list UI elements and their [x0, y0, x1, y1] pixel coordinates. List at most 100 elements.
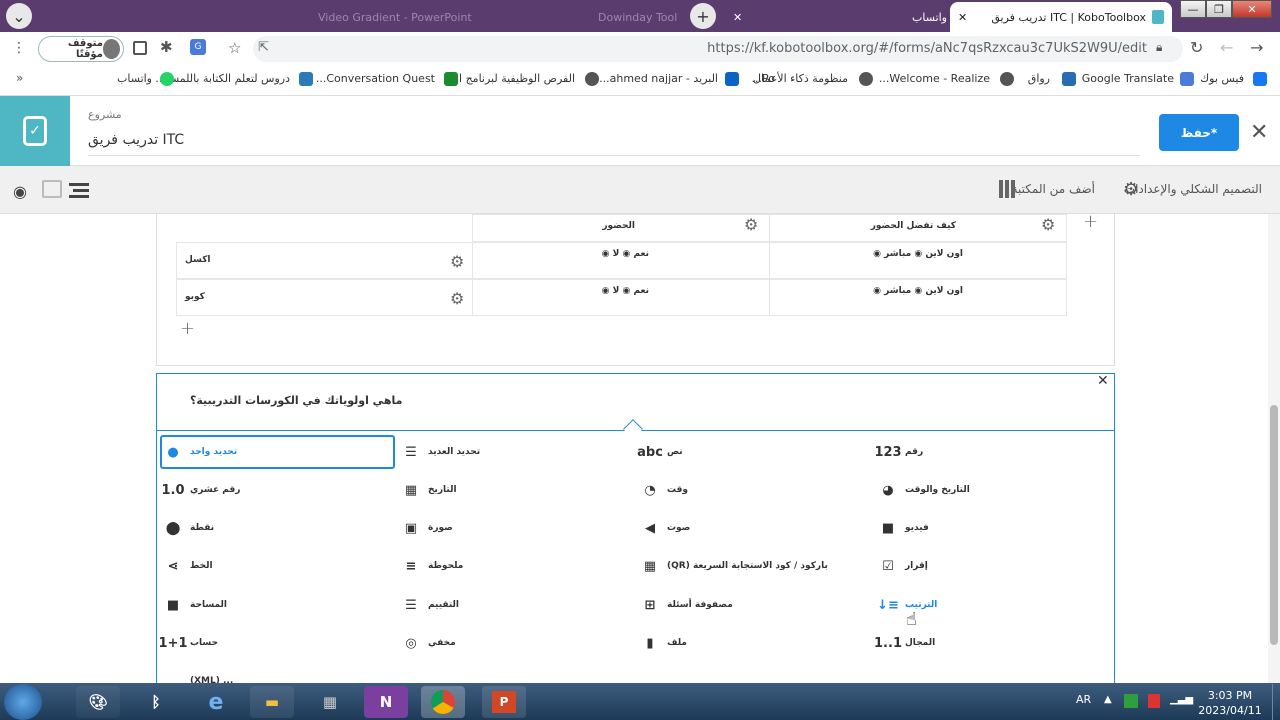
project-name-input[interactable]: ITC تدريب فريق — [88, 132, 1140, 156]
bookmark-facebook[interactable]: فيس بوك — [1200, 72, 1244, 85]
question-type-option[interactable]: ◔ وقت — [637, 476, 867, 504]
menu-dots-icon[interactable]: ⋮ — [12, 40, 26, 56]
close-icon[interactable]: ✕ — [1097, 373, 1109, 389]
question-type-option[interactable]: 123 رقم — [874, 438, 1105, 466]
gear-icon[interactable]: ⚙ — [1041, 217, 1057, 233]
bookmark-rewaq[interactable]: رواق — [1028, 72, 1050, 85]
question-type-option[interactable]: ■ فيديو — [875, 514, 1105, 542]
question-type-option[interactable]: ▦ باركود / كود الاستجابة السريعة (QR) — [637, 552, 867, 580]
new-tab-button[interactable]: + — [690, 3, 716, 29]
question-type-icon: ⬤ — [165, 520, 181, 536]
tab-whatsapp[interactable]: ✕ واتساب — [725, 2, 975, 32]
question-type-option[interactable]: ≡ ملحوظة — [398, 552, 628, 580]
extensions-icon[interactable]: ✱ — [160, 38, 173, 56]
calculator-icon[interactable]: ▦ — [308, 686, 352, 718]
powerpoint-icon[interactable]: P — [482, 686, 526, 718]
bookmark-google-translate[interactable]: Google Translate — [1082, 72, 1174, 85]
scrollbar-thumb[interactable] — [1270, 405, 1278, 645]
power-icon[interactable] — [1148, 694, 1160, 708]
explorer-folder-icon[interactable]: ▬ — [250, 686, 294, 718]
bookmark-star-icon[interactable]: ☆ — [228, 39, 241, 57]
internet-explorer-icon[interactable]: e — [194, 686, 238, 718]
question-type-option[interactable]: 1..1 المجال — [874, 629, 1105, 657]
minimize-button[interactable]: — — [1180, 0, 1206, 18]
save-button[interactable]: حفظ* — [1159, 114, 1239, 151]
question-type-label: ملحوظة — [428, 561, 464, 571]
close-icon[interactable]: ✕ — [1250, 120, 1268, 145]
close-icon[interactable]: ✕ — [958, 11, 967, 24]
back-icon[interactable]: → — [1250, 38, 1263, 57]
tray-expand-icon[interactable]: ▲ — [1104, 694, 1112, 705]
hand-cursor-icon: ☝ — [906, 609, 917, 630]
paint-icon[interactable]: 🎨︎ — [76, 686, 120, 718]
project-label: مشروع — [88, 108, 122, 121]
add-column-button[interactable]: + — [1083, 211, 1098, 232]
question-type-option[interactable]: abc نص — [637, 438, 867, 466]
language-indicator[interactable]: AR — [1076, 693, 1091, 706]
question-type-icon: ☰ — [405, 597, 417, 613]
add-row-button[interactable]: + — [180, 318, 195, 339]
question-type-option[interactable]: ■ المساحة — [160, 591, 390, 619]
show-desktop-button[interactable] — [1272, 684, 1280, 720]
question-type-icon: ▣ — [404, 520, 418, 536]
gear-icon[interactable]: ⚙ — [450, 254, 466, 270]
bookmark-po[interactable]: Po... — [752, 72, 775, 85]
question-type-option[interactable]: ☰ التقييم — [398, 591, 628, 619]
layout-icon[interactable] — [69, 181, 89, 199]
tab-dim-2[interactable]: Dowinday Tool — [590, 2, 685, 32]
outlook-icon — [725, 72, 739, 86]
forward-icon[interactable]: ← — [1220, 38, 1233, 57]
question-type-label: صوت — [667, 523, 691, 533]
question-type-option[interactable]: ☑ إقرار — [875, 552, 1105, 580]
gear-icon[interactable]: ⚙ — [1123, 179, 1139, 200]
clock[interactable]: 3:03 PM 2023/04/11 — [1195, 688, 1265, 718]
tab-search-chevron-icon[interactable]: ⌄ — [6, 3, 32, 29]
tray-app-icon[interactable] — [1124, 694, 1138, 708]
close-window-button[interactable]: ✕ — [1232, 0, 1272, 18]
gear-icon[interactable]: ⚙ — [450, 291, 466, 307]
network-icon[interactable]: ▁▃▅ — [1170, 694, 1193, 705]
tab-dim-1[interactable]: Video Gradient - PowerPoint — [310, 2, 480, 32]
add-from-library-button[interactable]: أضف من المكتبة — [1012, 182, 1095, 196]
preview-eye-icon[interactable]: ◉ — [13, 182, 27, 201]
layout-settings-button[interactable]: التصميم الشكلي والإعدادات — [1124, 182, 1262, 196]
bookmark-mail[interactable]: البريد - ahmed najjar... — [599, 72, 718, 85]
question-type-option[interactable]: ◕ التاريخ والوقت — [875, 476, 1105, 504]
chrome-icon[interactable] — [421, 686, 465, 718]
question-type-option[interactable]: ⬤ نقطة — [160, 514, 390, 542]
tab-kobotoolbox[interactable]: ✕ ITC | KoboToolbox تدريب فريق — [950, 2, 1172, 32]
bluetooth-icon[interactable]: ᛒ — [134, 686, 178, 718]
translate-icon[interactable]: G — [190, 39, 206, 55]
question-type-option[interactable]: ☰ تحديد العديد — [398, 438, 628, 466]
kobo-logo[interactable]: ✓ — [0, 96, 70, 166]
gear-icon[interactable]: ⚙ — [744, 217, 760, 233]
share-icon[interactable]: ⇱ — [258, 40, 269, 55]
question-type-option[interactable]: ▣ صورة — [398, 514, 628, 542]
question-type-option[interactable]: 1+1 حساب — [159, 629, 390, 657]
onenote-icon[interactable]: N — [364, 686, 408, 718]
side-panel-icon[interactable] — [133, 41, 147, 55]
bookmarks-more-icon[interactable]: » — [16, 71, 23, 85]
bookmark-conversation[interactable]: Conversation Quest... — [316, 72, 435, 85]
question-type-option[interactable]: ⊞ مصفوفة أسئلة — [637, 591, 867, 619]
bookmark-jobs[interactable]: الفرص الوظيفية لبرنامج ا... — [449, 72, 575, 85]
bookmark-welcome[interactable]: Welcome - Realize... — [879, 72, 990, 85]
restore-button[interactable]: ❐ — [1206, 0, 1232, 18]
url-text[interactable]: https://kf.kobotoolbox.org/#/forms/aNc7q… — [707, 41, 1147, 56]
close-icon[interactable]: ✕ — [733, 11, 742, 24]
question-title[interactable]: ماهي اولوياتك في الكورسات التدريبية؟ — [190, 394, 402, 407]
start-button[interactable] — [4, 684, 42, 720]
copy-icon[interactable] — [42, 180, 62, 198]
question-type-option[interactable]: ▦ التاريخ — [398, 476, 628, 504]
question-type-option[interactable]: ● تحديد واحد — [160, 438, 390, 466]
bookmark-whatsapp[interactable]: واتساب — [117, 72, 152, 85]
question-type-option[interactable]: ◀ صوت — [637, 514, 867, 542]
question-type-option[interactable]: ▮ ملف — [637, 629, 867, 657]
question-type-option[interactable]: ◎ مخفي — [398, 629, 628, 657]
bookmark-typing[interactable]: دروس لتعلم الكتابة باللمس... — [155, 72, 290, 85]
reload-icon[interactable]: ↻ — [1190, 38, 1203, 57]
question-type-option[interactable]: ⋖ الخط — [160, 552, 390, 580]
profile-paused-button[interactable]: متوقف مؤقتًا — [38, 36, 124, 62]
question-type-option[interactable]: 1.0 رقم عشري — [160, 476, 390, 504]
question-type-label: نص — [667, 447, 683, 457]
